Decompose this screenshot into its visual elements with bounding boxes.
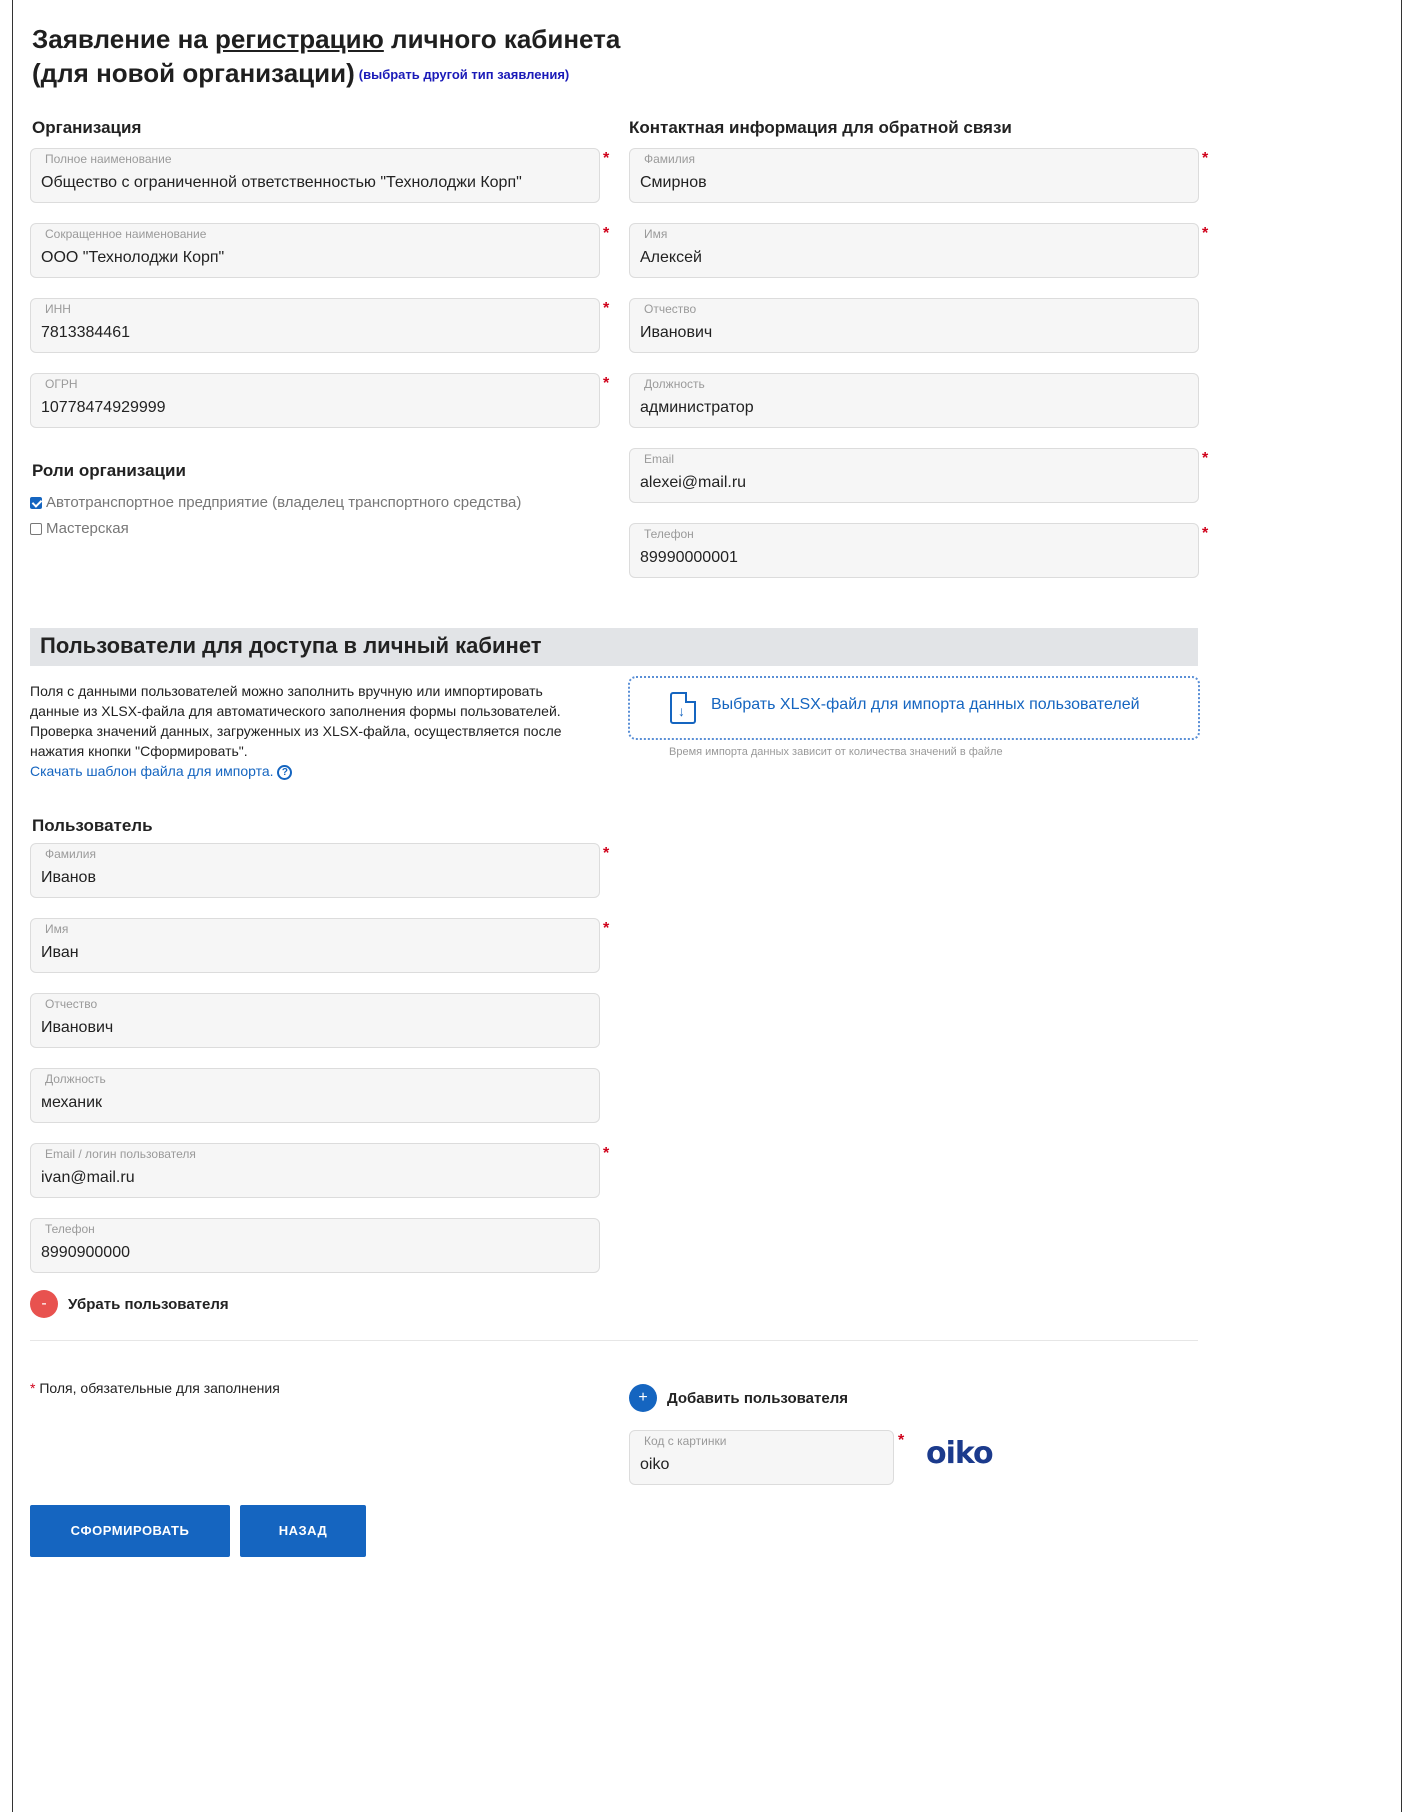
organization-heading: Организация bbox=[32, 118, 142, 137]
field-value: 89990000001 bbox=[640, 549, 738, 566]
required-marker: * bbox=[1202, 450, 1209, 467]
field-value: Иванович bbox=[640, 324, 713, 341]
back-button[interactable]: НАЗАД bbox=[240, 1505, 366, 1557]
field-label: Email bbox=[644, 452, 675, 466]
field-label: ОГРН bbox=[45, 377, 78, 391]
import-time-note: Время импорта данных зависит от количест… bbox=[669, 746, 1003, 758]
user-email-field[interactable]: Email / логин пользователя ivan@mail.ru bbox=[30, 1143, 600, 1198]
field-label: Должность bbox=[45, 1072, 106, 1086]
required-fields-note: * Поля, обязательные для заполнения bbox=[30, 1380, 280, 1396]
field-label: Телефон bbox=[644, 527, 694, 541]
users-import-info: Поля с данными пользователей можно запол… bbox=[30, 683, 562, 780]
file-download-icon: ↓ bbox=[670, 692, 696, 724]
org-short-name-field[interactable]: Сокращенное наименование ООО "Технолоджи… bbox=[30, 223, 600, 278]
field-value: Алексей bbox=[640, 249, 702, 266]
field-label: Фамилия bbox=[45, 847, 96, 861]
role-option-workshop[interactable]: Мастерская bbox=[30, 520, 129, 537]
contact-patronymic-field[interactable]: Отчество Иванович bbox=[629, 298, 1199, 353]
add-user-button[interactable]: + bbox=[629, 1384, 657, 1412]
required-marker: * bbox=[1202, 525, 1209, 542]
field-label: Имя bbox=[45, 922, 69, 936]
org-ogrn-field[interactable]: ОГРН 10778474929999 bbox=[30, 373, 600, 428]
field-label: Код с картинки bbox=[644, 1434, 727, 1448]
field-value: 7813384461 bbox=[41, 324, 130, 341]
change-application-type-link[interactable]: (выбрать другой тип заявления) bbox=[359, 67, 569, 82]
required-marker: * bbox=[603, 920, 610, 937]
required-marker: * bbox=[603, 225, 610, 242]
field-value: oiko bbox=[640, 1456, 670, 1473]
field-value: Смирнов bbox=[640, 174, 707, 191]
field-value: ivan@mail.ru bbox=[41, 1169, 135, 1186]
field-label: Должность bbox=[644, 377, 705, 391]
contact-heading: Контактная информация для обратной связи bbox=[629, 118, 1012, 137]
field-label: Email / логин пользователя bbox=[45, 1147, 196, 1161]
download-template-link[interactable]: Скачать шаблон файла для импорта. bbox=[30, 763, 274, 779]
field-value: администратор bbox=[640, 399, 754, 416]
contact-email-field[interactable]: Email alexei@mail.ru bbox=[629, 448, 1199, 503]
remove-user-button[interactable]: - bbox=[30, 1290, 58, 1318]
roles-heading: Роли организации bbox=[32, 461, 186, 480]
users-section-header: Пользователи для доступа в личный кабине… bbox=[30, 628, 1198, 666]
user-patronymic-field[interactable]: Отчество Иванович bbox=[30, 993, 600, 1048]
role-label: Автотранспортное предприятие (владелец т… bbox=[46, 494, 522, 511]
page-title: Заявление на регистрацию личного кабинет… bbox=[32, 24, 621, 88]
field-label: Полное наименование bbox=[45, 152, 172, 166]
role-label: Мастерская bbox=[46, 520, 129, 537]
submit-button[interactable]: СФОРМИРОВАТЬ bbox=[30, 1505, 230, 1557]
required-marker: * bbox=[603, 300, 610, 317]
field-label: Отчество bbox=[45, 997, 98, 1011]
field-value: Иванович bbox=[41, 1019, 114, 1036]
field-value: 8990900000 bbox=[41, 1244, 130, 1261]
remove-user-label[interactable]: Убрать пользователя bbox=[68, 1296, 229, 1313]
role-option-transport[interactable]: Автотранспортное предприятие (владелец т… bbox=[30, 494, 521, 511]
org-inn-field[interactable]: ИНН 7813384461 bbox=[30, 298, 600, 353]
field-value: механик bbox=[41, 1094, 103, 1111]
registration-link[interactable]: регистрацию bbox=[215, 24, 384, 54]
import-xlsx-dropzone[interactable]: ↓ Выбрать XLSX-файл для импорта данных п… bbox=[628, 676, 1200, 740]
required-marker: * bbox=[603, 1145, 610, 1162]
checkbox-checked[interactable] bbox=[30, 496, 42, 509]
section-divider bbox=[30, 1340, 1198, 1341]
checkbox-unchecked[interactable] bbox=[30, 522, 42, 535]
contact-firstname-field[interactable]: Имя Алексей bbox=[629, 223, 1199, 278]
field-value: Общество с ограниченной ответственностью… bbox=[41, 174, 522, 191]
user-heading: Пользователь bbox=[32, 816, 153, 835]
field-label: ИНН bbox=[45, 302, 71, 316]
add-user-label[interactable]: Добавить пользователя bbox=[667, 1390, 848, 1407]
users-section-title: Пользователи для доступа в личный кабине… bbox=[40, 633, 542, 658]
user-firstname-field[interactable]: Имя Иван bbox=[30, 918, 600, 973]
user-position-field[interactable]: Должность механик bbox=[30, 1068, 600, 1123]
required-marker: * bbox=[603, 375, 610, 392]
field-value: alexei@mail.ru bbox=[640, 474, 747, 491]
contact-position-field[interactable]: Должность администратор bbox=[629, 373, 1199, 428]
captcha-field[interactable]: Код с картинки oiko bbox=[629, 1430, 894, 1485]
import-xlsx-label: Выбрать XLSX-файл для импорта данных пол… bbox=[711, 696, 1140, 713]
contact-lastname-field[interactable]: Фамилия Смирнов bbox=[629, 148, 1199, 203]
user-phone-field[interactable]: Телефон 8990900000 bbox=[30, 1218, 600, 1273]
contact-phone-field[interactable]: Телефон 89990000001 bbox=[629, 523, 1199, 578]
field-value: Иван bbox=[41, 944, 79, 961]
user-lastname-field[interactable]: Фамилия Иванов bbox=[30, 843, 600, 898]
required-marker: * bbox=[1202, 150, 1209, 167]
required-marker: * bbox=[603, 845, 610, 862]
field-label: Имя bbox=[644, 227, 668, 241]
field-label: Телефон bbox=[45, 1222, 95, 1236]
field-value: 10778474929999 bbox=[41, 399, 166, 416]
org-full-name-field[interactable]: Полное наименование Общество с ограничен… bbox=[30, 148, 600, 203]
captcha-image: oiko bbox=[926, 1436, 994, 1471]
field-value: Иванов bbox=[41, 869, 96, 886]
help-icon[interactable]: ? bbox=[277, 764, 293, 780]
field-label: Отчество bbox=[644, 302, 697, 316]
field-label: Сокращенное наименование bbox=[45, 227, 207, 241]
required-marker: * bbox=[603, 150, 610, 167]
required-marker: * bbox=[898, 1432, 905, 1449]
required-marker: * bbox=[1202, 225, 1209, 242]
field-value: ООО "Технолоджи Корп" bbox=[41, 249, 225, 266]
field-label: Фамилия bbox=[644, 152, 695, 166]
